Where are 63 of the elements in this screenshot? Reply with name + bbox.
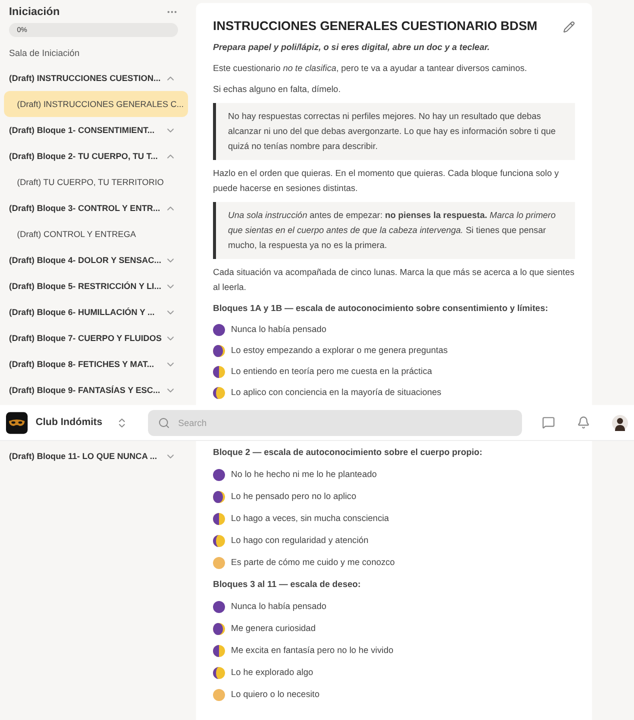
scale-heading: Bloques 3 al 11 — escala de deseo: (213, 578, 362, 591)
section-item[interactable]: (Draft) INSTRUCCIONES CUESTION... (9, 72, 161, 84)
moon-icon (213, 688, 225, 700)
bell-icon[interactable] (577, 416, 590, 429)
moon-icon (213, 644, 225, 656)
lead-text: Prepara papel y poli/lápiz, o si eres digital, abre un doc y a teclear. (213, 41, 491, 54)
moon-icon (213, 512, 225, 524)
moon-icon (213, 534, 225, 546)
section-item[interactable]: (Draft) Bloque 3- CONTROL Y ENTR... (9, 202, 160, 214)
workspace-name[interactable]: Club Indómits (36, 415, 102, 430)
paragraph: Cada situación va acompañada de cinco lunas. Marca la que más se acerca a lo que sientes al leerla. (213, 266, 575, 294)
scale-option: Lo aplico con conciencia en la mayoría de situaciones (231, 385, 442, 400)
section-item[interactable]: (Draft) Bloque 1- CONSENTIMIENT... (9, 124, 154, 136)
scale-heading: Bloques 1A y 1B — escala de autoconocimiento sobre consentimiento y límites: (213, 302, 550, 315)
scale-option: Lo quiero o lo necesito (231, 687, 320, 702)
edit-icon[interactable] (563, 20, 575, 32)
section-item[interactable]: (Draft) Bloque 8- FETICHES Y MAT... (9, 358, 154, 370)
scale-option: Lo hago a veces, sin mucha consciencia (231, 511, 389, 526)
scale-option: Nunca lo había pensado (231, 322, 326, 337)
section-item[interactable]: (Draft) Bloque 5- RESTRICCIÓN Y LI... (9, 280, 162, 292)
moon-icon (213, 366, 225, 378)
avatar-icon[interactable] (612, 414, 628, 430)
scale-option: Lo hago con regularidad y atención (231, 533, 368, 548)
search-icon (158, 416, 170, 428)
section-item[interactable]: (Draft) Bloque 6- HUMILLACIÓN Y ... (9, 306, 155, 318)
moon-icon (213, 622, 225, 634)
moon-icon (213, 386, 225, 398)
moon-icon (213, 600, 225, 612)
paragraph: Este cuestionario no te clasifica, pero te va a ayudar a tantear diversos caminos. (213, 62, 528, 75)
scale-heading: Bloque 2 — escala de autoconocimiento sobre el cuerpo propio: (213, 446, 484, 459)
moon-icon (213, 556, 225, 568)
page-title: INSTRUCCIONES GENERALES CUESTIONARIO BDSM (213, 19, 538, 34)
page-item[interactable]: (Draft) CONTROL Y ENTREGA (4, 221, 188, 247)
paragraph: Hazlo en el orden que quieras. En el momento que quieras. Cada bloque funciona solo y puede hacerse en sesiones distintas. (213, 167, 560, 195)
section-item[interactable]: (Draft) Bloque 9- FANTASÍAS Y ESC... (9, 384, 160, 396)
quote-block: No hay respuestas correctas ni perfiles mejores. No hay un resultado que debas alcanzar ni uno del que debas avergonzarte. Lo que hay es información sobre ti que quizá no tenías nombre para describir. (213, 103, 575, 160)
scale-option: Es parte de cómo me cuido y me conozco (231, 555, 395, 570)
section-item[interactable]: (Draft) Bloque 11- LO QUE NUNCA ... (9, 450, 157, 462)
moon-icon (213, 666, 225, 678)
page-item[interactable]: (Draft) INSTRUCCIONES GENERALES C... (4, 91, 188, 117)
section-item[interactable]: (Draft) Bloque 7- CUERPO Y FLUIDOS (9, 332, 162, 344)
search-field[interactable]: Search (148, 410, 522, 436)
scale-option: Me excita en fantasía pero no lo he vivido (231, 643, 394, 658)
section-item[interactable]: (Draft) Bloque 4- DOLOR Y SENSAC... (9, 254, 162, 266)
quote-block: Una sola instrucción antes de empezar: no pienses la respuesta. Marca lo primero que sientas en el cuerpo antes de que la cabeza intervenga. Si tienes que pensar mucho, la respuesta ya no es la primera. (213, 202, 575, 259)
scale-option: Lo he explorado algo (231, 665, 314, 680)
section-item[interactable]: (Draft) Bloque 2- TU CUERPO, TU T... (9, 150, 158, 162)
moon-icon (213, 490, 225, 502)
scale-option: No lo he hecho ni me lo he planteado (231, 467, 377, 482)
chat-icon[interactable] (542, 416, 555, 429)
page-item[interactable]: (Draft) TU CUERPO, TU TERRITORIO (4, 169, 188, 195)
scale-option: Me genera curiosidad (231, 621, 316, 636)
moon-icon (213, 468, 225, 480)
room-label: Sala de Iniciación (9, 47, 80, 60)
scale-option: Lo estoy empezando a explorar o me genera preguntas (231, 343, 448, 358)
moon-icon (213, 344, 225, 356)
scale-option: Lo entiendo en teoría pero me cuesta en la práctica (231, 364, 432, 379)
moon-icon (213, 324, 225, 336)
paragraph: Si echas alguno en falta, dímelo. (213, 83, 342, 96)
sidebar-title: Iniciación (9, 4, 60, 20)
scale-option: Lo he pensado pero no lo aplico (231, 489, 356, 504)
scale-option: Nunca lo había pensado (231, 599, 326, 614)
mask-logo-icon[interactable] (6, 412, 28, 434)
